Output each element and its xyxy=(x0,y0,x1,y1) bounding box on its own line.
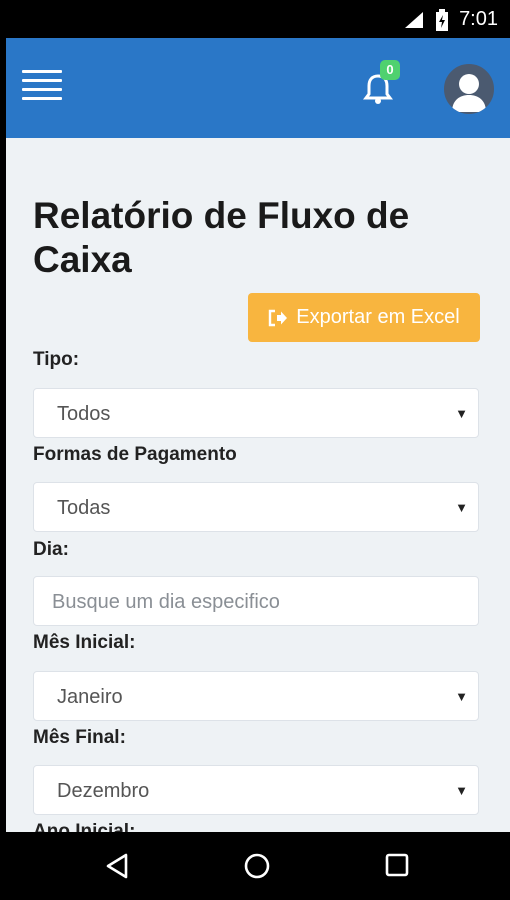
main-content: Relatório de Fluxo de Caixa Exportar em … xyxy=(6,138,510,832)
mes-inicial-label: Mês Inicial: xyxy=(33,632,136,653)
system-nav-bar xyxy=(0,832,510,900)
tipo-label: Tipo: xyxy=(33,349,80,370)
signal-icon xyxy=(405,11,424,28)
dropdown-caret-icon: ▼ xyxy=(455,689,468,704)
menu-icon-bar xyxy=(22,70,62,73)
menu-icon-bar xyxy=(22,88,62,91)
dropdown-caret-icon: ▼ xyxy=(455,406,468,421)
app-bar: 0 xyxy=(6,38,510,138)
mes-inicial-value: Janeiro xyxy=(57,686,123,708)
formas-pagamento-select[interactable]: Todas ▼ xyxy=(33,482,479,532)
tipo-select-value: Todos xyxy=(57,403,111,425)
menu-button[interactable] xyxy=(22,70,62,100)
dropdown-caret-icon: ▼ xyxy=(455,500,468,515)
ano-inicial-label: Ano Inicial: xyxy=(33,821,136,832)
recent-apps-icon[interactable] xyxy=(385,852,409,878)
formas-pagamento-value: Todas xyxy=(57,497,111,519)
menu-icon-bar xyxy=(22,79,62,82)
tipo-select[interactable]: Todos ▼ xyxy=(33,388,479,438)
back-icon[interactable] xyxy=(104,852,130,880)
avatar-icon xyxy=(452,74,486,112)
status-bar: 7:01 xyxy=(0,0,510,38)
export-excel-button[interactable]: Exportar em Excel xyxy=(248,293,480,342)
page-title: Relatório de Fluxo de Caixa xyxy=(33,195,410,280)
mes-final-label: Mês Final: xyxy=(33,727,126,748)
dia-input[interactable]: Busque um dia especifico xyxy=(33,576,479,626)
home-icon[interactable] xyxy=(243,852,271,880)
dropdown-caret-icon: ▼ xyxy=(455,783,468,798)
mes-inicial-select[interactable]: Janeiro ▼ xyxy=(33,671,479,721)
formas-pagamento-label: Formas de Pagamento xyxy=(33,444,237,465)
battery-icon xyxy=(436,8,449,31)
menu-icon-bar xyxy=(22,97,62,100)
avatar[interactable] xyxy=(442,62,496,116)
status-time: 7:01 xyxy=(459,8,498,30)
status-icons: 7:01 xyxy=(403,8,498,31)
mes-final-value: Dezembro xyxy=(57,780,150,802)
notification-badge: 0 xyxy=(380,60,400,80)
dia-input-placeholder: Busque um dia especifico xyxy=(52,591,280,613)
mes-final-select[interactable]: Dezembro ▼ xyxy=(33,765,479,815)
dia-label: Dia: xyxy=(33,539,69,560)
sign-out-icon xyxy=(269,309,288,326)
export-excel-label: Exportar em Excel xyxy=(296,306,460,328)
